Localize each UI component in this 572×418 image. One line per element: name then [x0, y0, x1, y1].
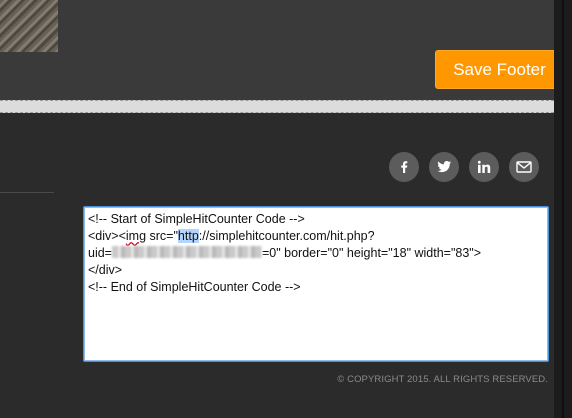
code-text: uid=: [88, 246, 112, 260]
twitter-icon: [437, 161, 451, 173]
code-text: =0" border="0" height="18" width="83">: [261, 246, 482, 260]
code-text: src=": [146, 229, 178, 243]
email-button[interactable]: [509, 152, 539, 182]
code-line: <div><img src="http://simplehitcounter.c…: [88, 228, 544, 245]
text-selection: http: [177, 229, 199, 243]
linkedin-icon: [477, 160, 491, 173]
code-text: <div><: [88, 229, 126, 243]
redacted-uid: [111, 246, 262, 258]
code-editor[interactable]: <!-- Start of SimpleHitCounter Code --> …: [83, 206, 549, 362]
code-line: uid= =0" border="0" height="18" width="83…: [88, 245, 544, 262]
code-text: ://simplehitcounter.com/hit.php?: [198, 229, 375, 243]
facebook-button[interactable]: [389, 152, 419, 182]
facebook-icon: [401, 161, 408, 173]
save-footer-button[interactable]: Save Footer: [435, 50, 564, 89]
copyright-text: © COPYRIGHT 2015. ALL RIGHTS RESERVED.: [337, 374, 548, 385]
linkedin-button[interactable]: [469, 152, 499, 182]
scrollbar-track[interactable]: [562, 0, 564, 418]
horizontal-rule: [0, 192, 54, 193]
code-line: </div>: [88, 263, 123, 277]
code-line: <!-- Start of SimpleHitCounter Code -->: [88, 212, 305, 226]
code-tag-misspelled: img: [125, 229, 147, 243]
twitter-button[interactable]: [429, 152, 459, 182]
code-line: <!-- End of SimpleHitCounter Code -->: [88, 280, 301, 294]
mail-icon: [516, 161, 532, 173]
thumbnail-image: [0, 0, 58, 52]
section-divider: [0, 100, 554, 113]
